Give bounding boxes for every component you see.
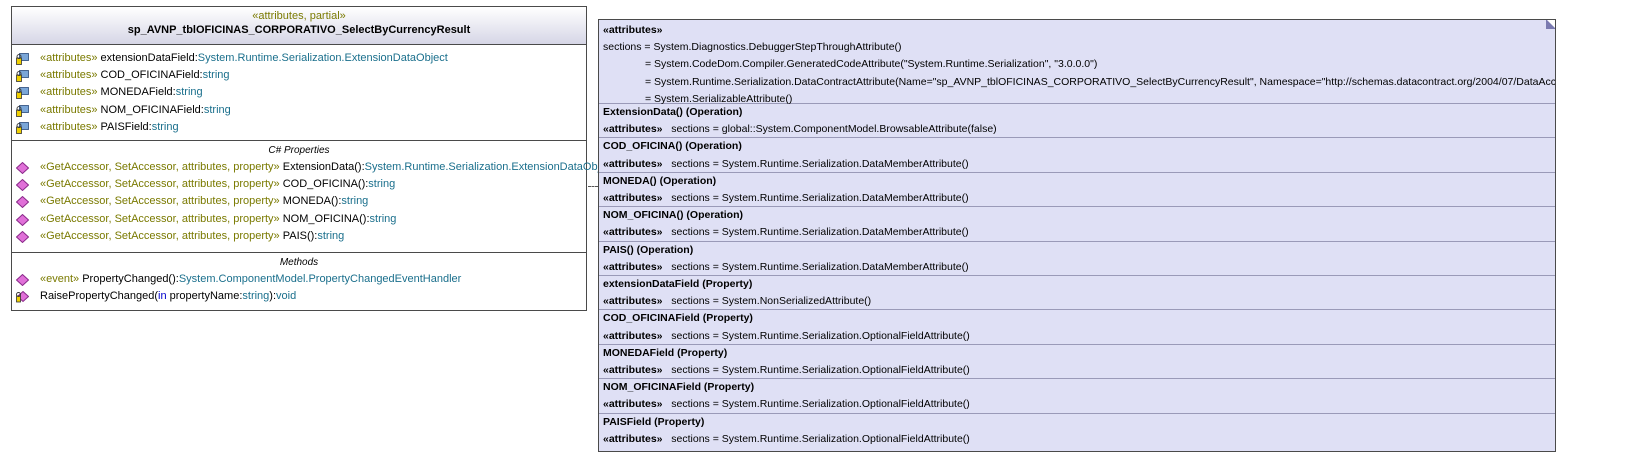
field-text: «attributes» extensionDataField:System.R… bbox=[40, 52, 448, 64]
attributes-note[interactable]: «attributes» sections = System.Diagnosti… bbox=[598, 19, 1556, 452]
note-entry-value: «attributes» sections = System.NonSerial… bbox=[603, 295, 872, 308]
note-entry-value: «attributes» sections = System.Runtime.S… bbox=[603, 432, 970, 445]
property-row[interactable]: «GetAccessor, SetAccessor, attributes, p… bbox=[12, 211, 586, 228]
field-row[interactable]: «attributes» PAISField:string bbox=[12, 119, 586, 136]
note-entry-title: PAISField (Property) bbox=[603, 415, 705, 428]
note-entry-value: «attributes» sections = System.Runtime.S… bbox=[603, 363, 970, 376]
methods-title: Methods bbox=[279, 257, 319, 268]
class-header: «attributes, partial» sp_AVNP_tblOFICINA… bbox=[12, 7, 586, 45]
protected-method-icon bbox=[16, 291, 30, 303]
method-row[interactable]: «event» PropertyChanged():System.Compone… bbox=[12, 271, 586, 288]
note-connector bbox=[588, 186, 598, 187]
private-field-icon bbox=[16, 53, 29, 65]
note-entry-value: «attributes» sections = System.Runtime.S… bbox=[603, 398, 970, 411]
private-field-icon bbox=[16, 87, 29, 100]
note-entry: PAIS() (Operation) «attributes» sections … bbox=[599, 242, 1555, 276]
note-entry-title: NOM_OFICINAField (Property) bbox=[603, 381, 755, 394]
properties-section: C# Properties «GetAccessor, SetAccessor,… bbox=[12, 141, 615, 253]
note-title: «attributes» bbox=[603, 24, 663, 36]
class-stereotype: «attributes, partial» bbox=[252, 10, 346, 22]
property-diamond-icon bbox=[15, 213, 30, 226]
methods-section: Methods «event» PropertyChanged():System… bbox=[12, 253, 586, 311]
note-entry: PAISField (Property) «attributes» section… bbox=[599, 414, 1555, 448]
property-text: «GetAccessor, SetAccessor, attributes, p… bbox=[40, 178, 396, 191]
field-text: «attributes» COD_OFICINAField:string bbox=[40, 69, 230, 82]
method-text: «event» PropertyChanged():System.Compone… bbox=[40, 273, 462, 285]
note-entry: extensionDataField (Property) «attributes… bbox=[599, 276, 1555, 311]
property-text: «GetAccessor, SetAccessor, attributes, p… bbox=[40, 229, 345, 242]
property-diamond-icon bbox=[15, 196, 30, 209]
class-box[interactable]: «attributes, partial» sp_AVNP_tblOFICINA… bbox=[11, 6, 615, 311]
fields-section: «attributes» extensionDataField:System.R… bbox=[12, 45, 586, 141]
field-row[interactable]: «attributes» COD_OFICINAField:string bbox=[12, 67, 586, 84]
note-entry-value: «attributes» sections = global::System.C… bbox=[603, 123, 997, 136]
note-entry-value: «attributes» sections = System.Runtime.S… bbox=[603, 191, 969, 204]
property-text: «GetAccessor, SetAccessor, attributes, p… bbox=[40, 212, 397, 225]
private-field-icon bbox=[16, 104, 29, 117]
note-line: = System.CodeDom.Compiler.GeneratedCodeA… bbox=[645, 58, 1098, 71]
note-entry: NOM_OFICINA() (Operation) «attributes» se… bbox=[599, 207, 1555, 242]
field-text: «attributes» MONEDAField:string bbox=[40, 86, 203, 99]
property-diamond-icon bbox=[15, 230, 30, 243]
property-diamond-icon bbox=[15, 179, 30, 192]
property-text: «GetAccessor, SetAccessor, attributes, p… bbox=[40, 161, 615, 173]
note-entry: NOM_OFICINAField (Property) «attributes» … bbox=[599, 379, 1555, 414]
note-entry-title: MONEDA() (Operation) bbox=[603, 174, 717, 187]
note-entry-title: MONEDAField (Property) bbox=[603, 346, 728, 359]
property-text: «GetAccessor, SetAccessor, attributes, p… bbox=[40, 195, 369, 208]
class-name: sp_AVNP_tblOFICINAS_CORPORATIVO_SelectBy… bbox=[127, 24, 471, 36]
note-entry-value: «attributes» sections = System.Runtime.S… bbox=[603, 329, 970, 342]
property-row[interactable]: «GetAccessor, SetAccessor, attributes, p… bbox=[12, 176, 586, 193]
property-row[interactable]: «GetAccessor, SetAccessor, attributes, p… bbox=[12, 193, 586, 210]
note-entry: COD_OFICINAField (Property) «attributes» … bbox=[599, 310, 1555, 345]
field-text: «attributes» NOM_OFICINAField:string bbox=[40, 103, 231, 116]
private-field-icon bbox=[16, 70, 29, 83]
note-fold-corner bbox=[1546, 20, 1555, 29]
note-entry-value: «attributes» sections = System.Runtime.S… bbox=[603, 226, 969, 239]
field-row[interactable]: «attributes» MONEDAField:string bbox=[12, 84, 586, 101]
property-row[interactable]: «GetAccessor, SetAccessor, attributes, p… bbox=[12, 159, 615, 176]
note-header: «attributes» sections = System.Diagnosti… bbox=[599, 20, 1556, 105]
property-diamond-icon bbox=[15, 161, 30, 175]
method-row[interactable]: RaisePropertyChanged(in propertyName:str… bbox=[12, 288, 586, 305]
field-row[interactable]: «attributes» NOM_OFICINAField:string bbox=[12, 102, 586, 119]
note-entry-value: «attributes» sections = System.Runtime.S… bbox=[603, 157, 969, 170]
property-row[interactable]: «GetAccessor, SetAccessor, attributes, p… bbox=[12, 228, 586, 245]
note-entry: ExtensionData() (Operation) «attributes» … bbox=[599, 104, 1555, 139]
field-text: «attributes» PAISField:string bbox=[40, 120, 179, 133]
private-field-icon bbox=[16, 121, 29, 134]
field-row[interactable]: «attributes» extensionDataField:System.R… bbox=[12, 50, 586, 67]
note-entry: COD_OFICINA() (Operation) «attributes» se… bbox=[599, 138, 1555, 173]
note-entry: MONEDAField (Property) «attributes» secti… bbox=[599, 345, 1555, 380]
note-entry-title: NOM_OFICINA() (Operation) bbox=[603, 209, 743, 222]
note-entry-title: extensionDataField (Property) bbox=[603, 277, 753, 290]
event-diamond-icon bbox=[15, 273, 30, 287]
note-line: sections = System.Diagnostics.DebuggerSt… bbox=[603, 41, 902, 54]
note-entry-title: PAIS() (Operation) bbox=[603, 243, 694, 256]
note-entry-title: COD_OFICINAField (Property) bbox=[603, 312, 753, 325]
note-entry-value: «attributes» sections = System.Runtime.S… bbox=[603, 260, 969, 273]
note-entry-title: COD_OFICINA() (Operation) bbox=[603, 140, 742, 153]
note-entry: MONEDA() (Operation) «attributes» section… bbox=[599, 173, 1555, 208]
note-line: = System.Runtime.Serialization.DataContr… bbox=[645, 75, 1556, 88]
properties-title: C# Properties bbox=[268, 145, 330, 156]
method-text: RaisePropertyChanged(in propertyName:str… bbox=[40, 290, 297, 303]
